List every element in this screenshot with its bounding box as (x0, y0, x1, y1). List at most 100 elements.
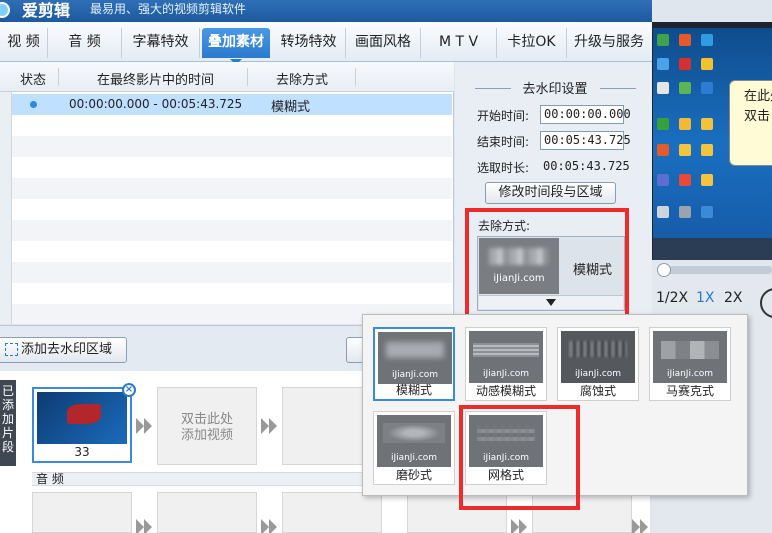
preview-tooltip: 在此处 双击 (729, 80, 772, 166)
speed-double[interactable]: 2X (724, 290, 743, 306)
desktop-icon (701, 82, 713, 94)
arrow-icon (261, 418, 281, 434)
tooltip-line1: 在此处 (744, 89, 772, 104)
empty-row (12, 115, 452, 136)
desktop-icon (679, 34, 691, 46)
add-video-hint-line1: 双击此处 (180, 412, 233, 427)
audio-slot[interactable] (282, 492, 382, 533)
method-option-frosted[interactable]: iJianJi.com 磨砂式 (373, 411, 455, 485)
end-time-label: 结束时间: (477, 135, 530, 149)
add-area-icon (5, 343, 18, 356)
header-status: 状态 (20, 73, 47, 88)
end-time-input[interactable]: 00:05:43.725 (540, 131, 631, 150)
empty-row (12, 262, 452, 283)
remove-clip-icon[interactable]: × (122, 383, 136, 397)
desktop-icon (657, 34, 669, 46)
tab-subtitle-effects[interactable]: 字幕特效 (122, 28, 200, 58)
empty-row (12, 283, 452, 304)
method-option-blur[interactable]: iJianJi.com 模糊式 (373, 327, 455, 401)
audio-slot[interactable] (32, 492, 132, 533)
desktop-icon (679, 206, 691, 218)
progress-handle[interactable] (657, 263, 671, 277)
option-watermark-text: iJianJi.com (391, 370, 439, 380)
desktop-icon (679, 144, 691, 156)
empty-row (12, 136, 452, 157)
desktop-icon (701, 206, 713, 218)
option-label: 腐蚀式 (579, 384, 616, 398)
option-watermark-text: iJianJi.com (390, 453, 438, 463)
speed-normal[interactable]: 1X (696, 290, 715, 306)
audio-label: 音 频 (36, 472, 64, 486)
tab-transition-effects[interactable]: 转场特效 (272, 28, 346, 58)
add-watermark-area-button[interactable]: 添加去水印区域 (0, 337, 127, 363)
row-method: 模糊式 (271, 100, 311, 115)
desktop-icon (657, 58, 669, 70)
desktop-icon (657, 144, 669, 156)
method-option-motion-blur[interactable]: iJianJi.com 动感模糊式 (465, 327, 547, 401)
clip-count: 33 (74, 445, 90, 459)
add-video-hint-line2: 添加视频 (180, 428, 233, 443)
desktop-icon (679, 174, 691, 186)
desktop-icon (701, 144, 713, 156)
tooltip-line2: 双击 (744, 109, 771, 124)
desktop-icon (679, 82, 691, 94)
arrow-icon (261, 519, 281, 533)
empty-row (12, 199, 452, 220)
option-watermark-text: iJianJi.com (482, 369, 530, 379)
main-tab-bar: 视 频 音 频 字幕特效 叠加素材 转场特效 画面风格 M T V 卡拉OK 升… (0, 22, 652, 65)
flower-shape (67, 404, 101, 424)
method-option-mosaic[interactable]: iJianJi.com 马赛克式 (649, 327, 731, 401)
option-watermark-text: iJianJi.com (574, 369, 622, 379)
highlight-grid-option (459, 405, 580, 510)
preview-progress-track[interactable] (657, 263, 772, 277)
desktop-icon (701, 58, 713, 70)
option-label: 模糊式 (395, 383, 432, 397)
option-label: 动感模糊式 (475, 384, 536, 398)
option-watermark-text: iJianJi.com (666, 369, 714, 379)
desktop-icon (679, 118, 691, 130)
arrow-icon (136, 418, 156, 434)
header-time: 在最终影片中的时间 (97, 73, 215, 88)
arrow-icon (136, 519, 156, 533)
desktop-icon (657, 174, 669, 186)
watermark-list-panel: 状态 在最终影片中的时间 去除方式 00:00:00.000 - 00:05:4… (0, 62, 454, 324)
desktop-icon (657, 118, 669, 130)
tab-overlay-materials[interactable]: 叠加素材 (202, 28, 270, 65)
tab-mtv[interactable]: M T V (421, 28, 497, 58)
header-method: 去除方式 (276, 73, 329, 88)
arrow-icon (632, 519, 652, 533)
audio-slot[interactable] (157, 492, 257, 533)
option-label: 马赛克式 (665, 384, 714, 398)
play-button[interactable] (760, 288, 772, 318)
table-row[interactable]: 00:00:00.000 - 00:05:43.725 模糊式 (12, 94, 452, 115)
title-bar: 爱剪辑 最易用、强大的视频剪辑软件 (0, 0, 652, 22)
app-logo-icon (0, 2, 10, 18)
tab-video[interactable]: 视 频 (0, 28, 48, 58)
add-video-slot[interactable]: 双击此处 添加视频 (157, 387, 257, 465)
app-slogan: 最易用、强大的视频剪辑软件 (90, 2, 247, 16)
duration-value: 00:05:43.725 (543, 159, 630, 173)
clip-thumbnail[interactable]: 33 × (32, 383, 136, 463)
duration-label: 选取时长: (477, 161, 530, 175)
desktop-icon (679, 58, 691, 70)
desktop-icon (701, 34, 713, 46)
list-left-strip (0, 92, 12, 324)
app-name: 爱剪辑 (22, 1, 71, 20)
arrow-icon (511, 519, 531, 533)
tab-audio[interactable]: 音 频 (48, 28, 122, 58)
desktop-icon (701, 174, 713, 186)
start-time-input[interactable]: 00:00:00.000 (540, 105, 631, 124)
tab-karaoke[interactable]: 卡拉OK (497, 28, 567, 58)
method-option-erode[interactable]: iJianJi.com 腐蚀式 (557, 327, 639, 401)
modify-time-range-button[interactable]: 修改时间段与区域 (485, 182, 616, 204)
empty-row (12, 178, 452, 199)
clip-preview-image (37, 392, 127, 444)
tab-upgrade-service[interactable]: 升级与服务 (567, 28, 651, 58)
row-time: 00:00:00.000 - 00:05:43.725 (69, 97, 243, 111)
start-time-label: 开始时间: (477, 109, 530, 123)
tab-picture-style[interactable]: 画面风格 (346, 28, 421, 58)
storyboard-side-label: 已添加片段 (2, 384, 15, 454)
option-label: 磨砂式 (395, 468, 432, 482)
storyboard-side-tab[interactable]: 已添加片段 (0, 380, 16, 466)
speed-half[interactable]: 1/2X (656, 290, 688, 306)
